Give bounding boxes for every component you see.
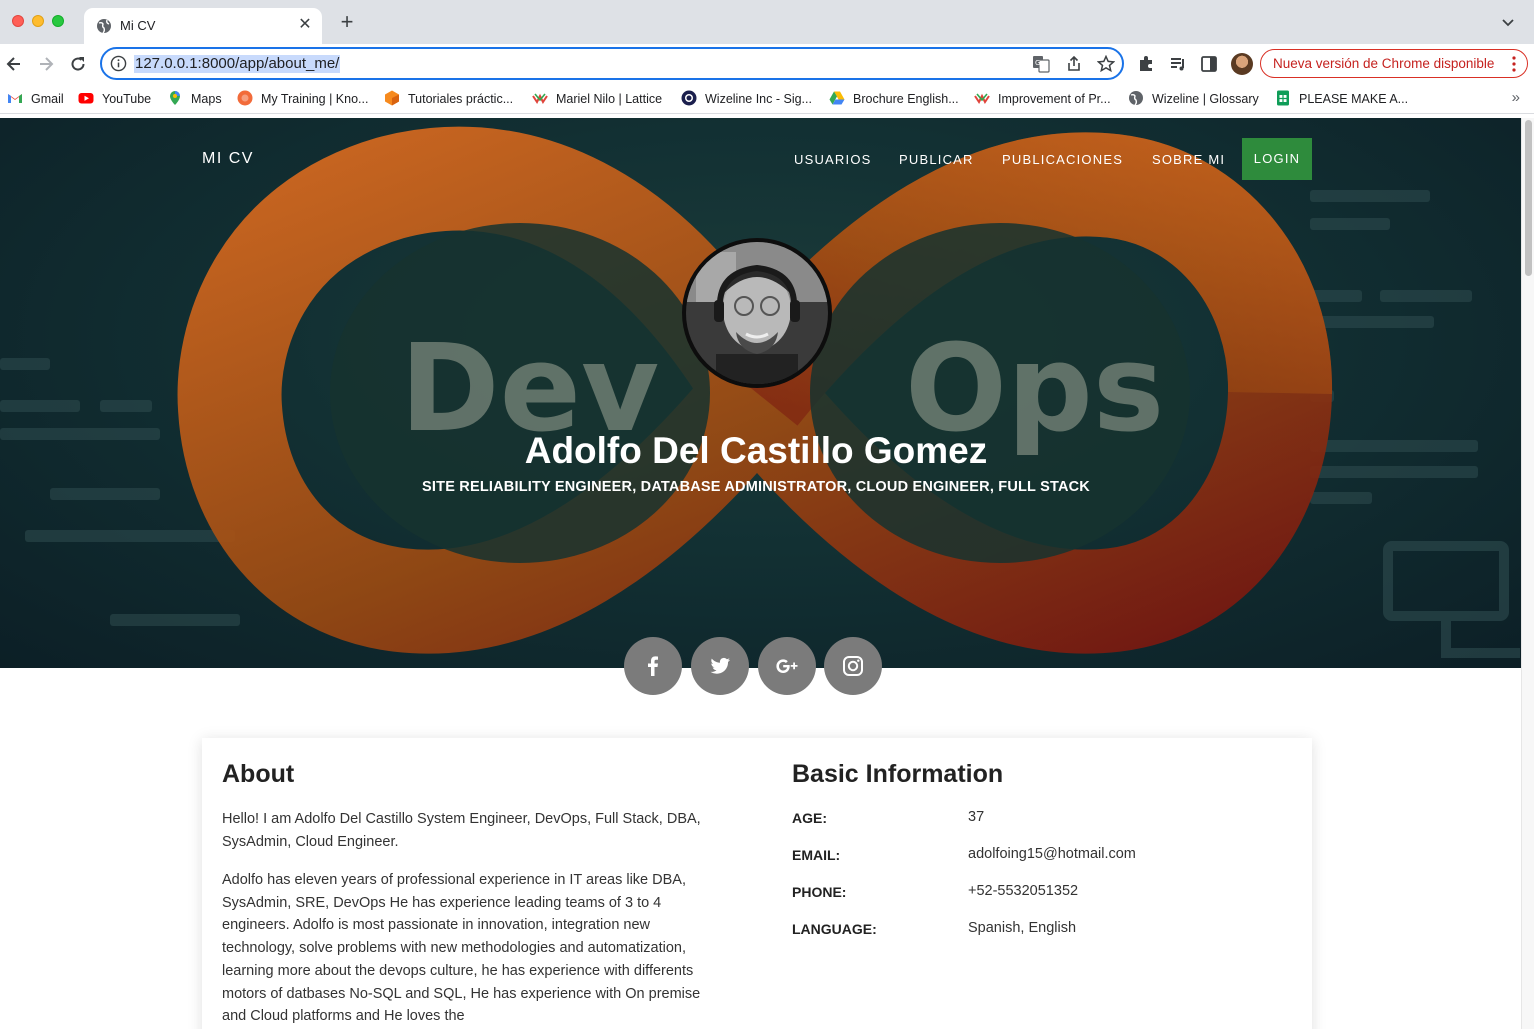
bookmark-label: Gmail [31,92,64,106]
bookmark-label: My Training | Kno... [261,92,369,106]
profile-card: About Hello! I am Adolfo Del Castillo Sy… [202,738,1312,1029]
instagram-button[interactable] [824,637,882,695]
tab-close-icon[interactable]: ✕ [296,16,314,34]
tab-title: Mi CV [120,18,156,33]
bookmark-label: Wizeline Inc - Sig... [705,92,812,106]
hero-subtitle: SITE RELIABILITY ENGINEER, DATABASE ADMI… [422,479,1090,495]
site-brand[interactable]: MI CV [202,150,254,168]
lattice-icon [532,93,548,104]
bookmark-star-icon[interactable] [1097,55,1115,73]
twitter-button[interactable] [691,637,749,695]
bookmark-label: YouTube [102,92,152,106]
info-value-email: adolfoing15@hotmail.com [968,846,1136,862]
window-minimize-button[interactable] [32,15,44,27]
bookmark-label: Brochure English... [853,92,959,106]
instagram-icon [843,656,863,676]
translate-icon[interactable]: G [1032,55,1050,73]
info-label-email: EMAIL: [792,847,841,863]
basic-info-heading: Basic Information [792,760,1004,788]
bookmark-item[interactable]: Tutoriales práctic... [384,90,513,108]
about-paragraph: Adolfo has eleven years of professional … [222,872,701,1025]
hero-name: Adolfo Del Castillo Gomez [524,430,988,471]
kebab-menu-icon[interactable] [1507,55,1521,73]
reload-icon[interactable] [68,54,88,74]
browser-tab[interactable]: Mi CV ✕ [84,8,322,44]
svg-text:G: G [1035,59,1040,67]
scrollbar-thumb[interactable] [1525,120,1532,276]
bookmarks-bar: Gmail YouTube Maps My Training | Kno... … [0,84,1534,114]
info-value-age: 37 [968,809,985,825]
youtube-icon [78,93,94,104]
training-icon [237,90,253,106]
info-value-phone: +52-5532051352 [968,883,1079,899]
bookmark-item[interactable]: Brochure English... [829,90,959,108]
bookmark-item[interactable]: Mariel Nilo | Lattice [532,90,662,108]
chrome-update-button[interactable]: Nueva versión de Chrome disponible [1260,49,1528,78]
bookmark-label: PLEASE MAKE A... [1299,92,1409,106]
extensions-puzzle-icon[interactable] [1136,54,1156,74]
maps-icon [170,91,180,105]
drive-icon [829,91,845,105]
about-heading: About [222,760,295,788]
bookmark-item[interactable]: YouTube [78,90,151,108]
google-plus-button[interactable] [758,637,816,695]
page-viewport: Dev Ops MI CV USUARIOS PUBLICAR PUBLICAC… [0,118,1534,1029]
forward-arrow-icon[interactable] [36,54,56,74]
bookmark-label: Improvement of Pr... [998,92,1111,106]
google-plus-icon [776,659,798,673]
site-info-icon[interactable] [110,55,127,72]
bookmark-item[interactable]: Wizeline Inc - Sig... [681,90,812,108]
bookmark-item[interactable]: Wizeline | Glossary [1128,90,1259,108]
chevron-down-icon[interactable] [1500,14,1516,30]
side-panel-icon[interactable] [1199,54,1219,74]
url-text[interactable]: 127.0.0.1:8000/app/about_me/ [134,55,341,73]
twitter-icon [710,657,730,674]
tab-strip: Mi CV ✕ + [0,0,1534,44]
about-paragraph: Hello! I am Adolfo Del Castillo System E… [222,811,701,850]
info-label-phone: PHONE: [792,884,847,900]
globe-icon [97,19,111,34]
bookmark-label: Maps [191,92,222,106]
bookmark-item[interactable]: Gmail [7,90,64,108]
facebook-icon [648,656,658,676]
profile-photo [682,238,832,388]
page-scrollbar[interactable] [1521,118,1534,1029]
bookmark-item[interactable]: My Training | Kno... [237,90,368,108]
info-label-age: AGE: [792,810,827,826]
nav-link-sobre-mi[interactable]: SOBRE MI [1152,152,1225,167]
info-label-language: LANGUAGE: [792,921,877,937]
bookmark-item[interactable]: PLEASE MAKE A... [1275,90,1408,108]
update-label: Nueva versión de Chrome disponible [1273,56,1495,71]
new-tab-button[interactable]: + [336,11,358,34]
bookmark-label: Wizeline | Glossary [1152,92,1259,106]
back-arrow-icon[interactable] [4,54,24,74]
nav-link-publicar[interactable]: PUBLICAR [899,152,974,167]
sheets-icon [1277,90,1289,106]
login-button[interactable]: LOGIN [1242,138,1312,180]
window-maximize-button[interactable] [52,15,64,27]
info-value-language: Spanish, English [968,920,1077,936]
browser-toolbar: 127.0.0.1:8000/app/about_me/ G Nueva ver… [0,44,1534,84]
wizeline-icon [681,90,697,106]
address-bar[interactable]: 127.0.0.1:8000/app/about_me/ G [100,47,1124,80]
bookmark-item[interactable]: Improvement of Pr... [974,90,1111,108]
tutoriales-icon [385,90,399,106]
lattice-icon [974,93,990,104]
bookmark-label: Mariel Nilo | Lattice [556,92,663,106]
person-photo-icon [686,242,828,384]
window-close-button[interactable] [12,15,24,27]
nav-link-publicaciones[interactable]: PUBLICACIONES [1002,152,1123,167]
globe-icon [1129,91,1143,106]
devops-infinity-background: Dev Ops [0,126,1520,658]
bookmark-label: Tutoriales práctic... [408,92,514,106]
hero-section: Dev Ops MI CV USUARIOS PUBLICAR PUBLICAC… [0,118,1521,668]
bookmark-item[interactable]: Maps [167,90,222,108]
bookmarks-overflow-icon[interactable]: » [1512,89,1520,106]
profile-avatar[interactable] [1231,53,1253,75]
media-queue-icon[interactable] [1168,54,1188,74]
share-icon[interactable] [1065,55,1083,73]
gmail-icon [8,94,22,103]
facebook-button[interactable] [624,637,682,695]
nav-link-usuarios[interactable]: USUARIOS [794,152,872,167]
